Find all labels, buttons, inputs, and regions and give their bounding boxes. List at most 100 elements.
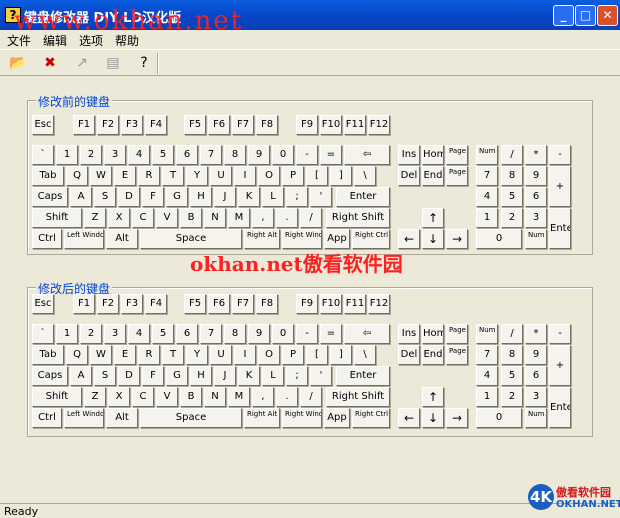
before-key-num-enter[interactable]: Enter [549, 208, 571, 249]
apply-button[interactable]: ↗ [72, 53, 92, 73]
before-key-row3[interactable]: S [94, 187, 116, 207]
after-key-alt[interactable]: Alt [106, 408, 138, 428]
after-key-num-3[interactable]: 3 [525, 387, 547, 407]
after-key-row3[interactable]: ' [310, 366, 332, 386]
after-key-row4[interactable]: V [156, 387, 178, 407]
after-key-row4[interactable]: C [132, 387, 154, 407]
after-key-up[interactable]: ↑ [422, 387, 444, 407]
before-key-row1[interactable]: 6 [176, 145, 198, 165]
before-key-num-9[interactable]: 9 [525, 166, 547, 186]
after-key-row1[interactable]: 8 [224, 324, 246, 344]
before-key-row2[interactable]: Q [66, 166, 88, 186]
after-key-row2[interactable]: [ [306, 345, 328, 365]
after-key-num-del[interactable]: Num Del [525, 408, 547, 428]
after-key-right-ctrl[interactable]: Right Ctrl [352, 408, 390, 428]
before-key-backspace[interactable]: ⇦ [344, 145, 390, 165]
before-key-row4[interactable]: / [300, 208, 322, 228]
after-key-f11[interactable]: F11 [344, 294, 366, 314]
after-key-row4[interactable]: , [252, 387, 274, 407]
before-key-num-4[interactable]: 4 [476, 187, 498, 207]
before-key-row1[interactable]: 2 [80, 145, 102, 165]
before-key-row1[interactable]: 1 [56, 145, 78, 165]
before-key-f5[interactable]: F5 [184, 115, 206, 135]
after-key-down[interactable]: ↓ [422, 408, 444, 428]
after-key-f2[interactable]: F2 [97, 294, 119, 314]
after-key-row2[interactable]: T [162, 345, 184, 365]
after-key-f8[interactable]: F8 [256, 294, 278, 314]
before-key-row2[interactable]: I [234, 166, 256, 186]
maximize-button[interactable]: □ [575, 5, 596, 26]
after-key-page-up[interactable]: Page Up [446, 324, 468, 344]
before-key-esc[interactable]: Esc [32, 115, 54, 135]
before-key-ins[interactable]: Ins [398, 145, 420, 165]
after-key-row1[interactable]: = [320, 324, 342, 344]
before-key-row2[interactable]: T [162, 166, 184, 186]
before-key-home[interactable]: Home [422, 145, 444, 165]
after-key-row3[interactable]: F [142, 366, 164, 386]
after-key-left[interactable]: ← [398, 408, 420, 428]
after-key-row1[interactable]: 9 [248, 324, 270, 344]
before-key-num-multiply[interactable]: * [525, 145, 547, 165]
after-key-row1[interactable]: ` [32, 324, 54, 344]
after-key-num-7[interactable]: 7 [476, 345, 498, 365]
after-key-row2[interactable]: E [114, 345, 136, 365]
after-key-row4[interactable]: / [300, 387, 322, 407]
before-key-f7[interactable]: F7 [232, 115, 254, 135]
before-key-num-del[interactable]: Num Del [525, 229, 547, 249]
after-key-num-4[interactable]: 4 [476, 366, 498, 386]
before-key-num-3[interactable]: 3 [525, 208, 547, 228]
after-key-row4[interactable]: . [276, 387, 298, 407]
before-key-row3[interactable]: ; [286, 187, 308, 207]
open-button[interactable]: 📂 [8, 53, 28, 73]
after-key-row2[interactable]: W [90, 345, 112, 365]
before-key-row3[interactable]: J [214, 187, 236, 207]
before-key-row1[interactable]: - [296, 145, 318, 165]
after-key-row3[interactable]: ; [286, 366, 308, 386]
after-key-row1[interactable]: 3 [104, 324, 126, 344]
before-key-f3[interactable]: F3 [121, 115, 143, 135]
after-key-space[interactable]: Space [140, 408, 242, 428]
after-key-row1[interactable]: 2 [80, 324, 102, 344]
after-key-row2[interactable]: I [234, 345, 256, 365]
before-key-row1[interactable]: ` [32, 145, 54, 165]
before-key-right[interactable]: → [446, 229, 468, 249]
before-key-row1[interactable]: 8 [224, 145, 246, 165]
after-key-enter[interactable]: Enter [336, 366, 390, 386]
after-key-row2[interactable]: R [138, 345, 160, 365]
before-key-f4[interactable]: F4 [145, 115, 167, 135]
after-key-num-1[interactable]: 1 [476, 387, 498, 407]
before-key-row4[interactable]: X [108, 208, 130, 228]
before-key-row2[interactable]: O [258, 166, 280, 186]
before-key-end[interactable]: End [422, 166, 444, 186]
after-key-row1[interactable]: 7 [200, 324, 222, 344]
before-key-f10[interactable]: F10 [320, 115, 342, 135]
after-key-esc[interactable]: Esc [32, 294, 54, 314]
after-key-row4[interactable]: N [204, 387, 226, 407]
after-key-del[interactable]: Del [398, 345, 420, 365]
after-key-right-shift[interactable]: Right Shift [326, 387, 390, 407]
close-button[interactable]: ✕ [597, 5, 618, 26]
before-key-row2[interactable]: Y [186, 166, 208, 186]
after-key-row2[interactable]: Y [186, 345, 208, 365]
before-key-tab[interactable]: Tab [32, 166, 64, 186]
menu-help[interactable]: 帮助 [115, 32, 139, 49]
before-key-ctrl[interactable]: Ctrl [32, 229, 62, 249]
after-key-f1[interactable]: F1 [73, 294, 95, 314]
before-key-num-6[interactable]: 6 [525, 187, 547, 207]
before-key-row4[interactable]: C [132, 208, 154, 228]
before-key-num-divide[interactable]: / [501, 145, 523, 165]
before-key-row1[interactable]: 9 [248, 145, 270, 165]
before-key-num-plus[interactable]: + [549, 166, 571, 207]
after-key-tab[interactable]: Tab [32, 345, 64, 365]
after-key-num-6[interactable]: 6 [525, 366, 547, 386]
after-key-row3[interactable]: A [70, 366, 92, 386]
after-key-row3[interactable]: K [238, 366, 260, 386]
before-key-row3[interactable]: K [238, 187, 260, 207]
after-key-num-8[interactable]: 8 [501, 345, 523, 365]
after-key-row1[interactable]: 4 [128, 324, 150, 344]
after-key-row2[interactable]: Q [66, 345, 88, 365]
before-key-page-up[interactable]: Page Up [446, 145, 468, 165]
before-key-f1[interactable]: F1 [73, 115, 95, 135]
after-key-f4[interactable]: F4 [145, 294, 167, 314]
before-key-row4[interactable]: , [252, 208, 274, 228]
